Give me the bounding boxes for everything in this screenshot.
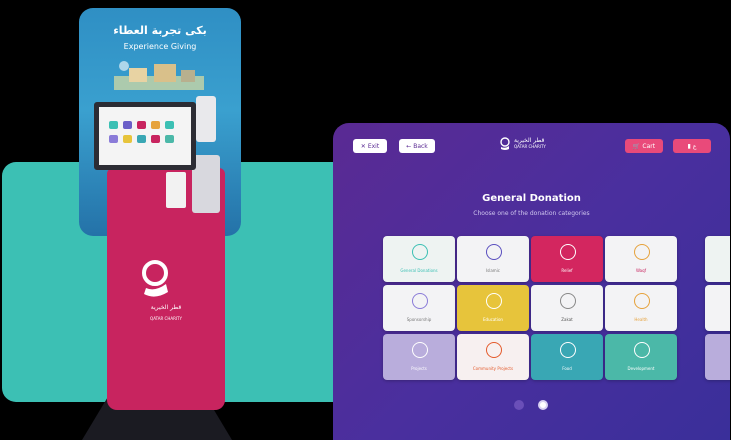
page-subtitle: Choose one of the donation categories <box>473 210 590 217</box>
close-icon: ✕ <box>360 142 366 150</box>
house-icon <box>412 342 428 358</box>
category-label: Waqf <box>635 268 647 273</box>
exit-label: Exit <box>367 142 380 150</box>
app-logo: قطر الخيرية QATAR CHARITY <box>499 137 559 155</box>
logo-icon <box>500 137 510 150</box>
back-label: Back <box>413 142 428 150</box>
category-tile[interactable]: Zakat <box>531 285 603 331</box>
kiosk-card-reader <box>166 172 186 208</box>
cart-icon: 🛒 <box>632 142 641 150</box>
poster-title-ar: بكى تجربة العطاء <box>113 24 207 37</box>
category-tile-partial[interactable] <box>705 285 730 331</box>
category-label: General Donations <box>400 268 438 273</box>
category-label: Food <box>562 366 572 371</box>
language-button[interactable]: ▮ ع <box>673 139 711 153</box>
category-label: Zakat <box>561 317 573 322</box>
category-tile[interactable]: Islamic <box>457 236 529 282</box>
sparkle-icon <box>486 244 502 260</box>
page-dot[interactable] <box>514 400 524 410</box>
category-label: Projects <box>411 366 427 371</box>
coin-icon <box>560 293 576 309</box>
category-tile-partial[interactable] <box>705 334 730 380</box>
bowl-icon <box>560 342 576 358</box>
category-tile[interactable]: Sponsorship <box>383 285 455 331</box>
qatar-charity-logo-icon <box>142 260 168 297</box>
drop-icon <box>634 293 650 309</box>
heart-icon <box>560 244 576 260</box>
hands-icon <box>412 244 428 260</box>
poster-title-en: Experience Giving <box>123 42 197 51</box>
category-tile[interactable]: General Donations <box>383 236 455 282</box>
kiosk-side-panel <box>196 96 216 142</box>
cart-label: Cart <box>642 142 656 150</box>
exit-button[interactable]: ✕ Exit <box>353 139 387 153</box>
category-label: Development <box>627 366 655 371</box>
category-label: Relief <box>561 268 573 273</box>
category-tile[interactable]: Waqf <box>605 236 677 282</box>
flag-icon: ▮ <box>687 142 691 150</box>
poster-illustration <box>114 61 204 90</box>
category-tile[interactable]: Relief <box>531 236 603 282</box>
arrow-left-icon: ← <box>406 142 412 150</box>
category-label: Health <box>634 317 648 322</box>
page-title: General Donation <box>482 193 581 204</box>
tablet-screen: ✕ Exit ← Back قطر الخيرية QATAR CHARITY … <box>333 123 730 440</box>
category-tile[interactable]: Projects <box>383 334 455 380</box>
kiosk-org-ar: قطر الخيرية <box>150 304 182 311</box>
category-label: Islamic <box>485 268 501 273</box>
category-tile[interactable]: Education <box>457 285 529 331</box>
category-label: Sponsorship <box>406 317 432 322</box>
back-button[interactable]: ← Back <box>399 139 435 153</box>
kiosk-receipt-printer <box>192 155 220 213</box>
cart-button[interactable]: 🛒 Cart <box>625 139 663 153</box>
language-label: ع <box>692 142 697 150</box>
book-icon <box>486 293 502 309</box>
category-tile[interactable]: Food <box>531 334 603 380</box>
pin-icon <box>486 342 502 358</box>
pen-icon <box>412 293 428 309</box>
mosque-icon <box>634 244 650 260</box>
category-tile[interactable]: Community Projects <box>457 334 529 380</box>
category-tile[interactable]: Development <box>605 334 677 380</box>
kiosk-org-en: QATAR CHARITY <box>150 316 182 321</box>
category-label: Education <box>483 317 503 322</box>
tree-icon <box>634 342 650 358</box>
category-tile[interactable]: Health <box>605 285 677 331</box>
category-tile-partial[interactable] <box>705 236 730 282</box>
category-label: Community Projects <box>472 366 514 371</box>
page-dot-active[interactable] <box>538 400 548 410</box>
kiosk-screen <box>94 102 196 170</box>
